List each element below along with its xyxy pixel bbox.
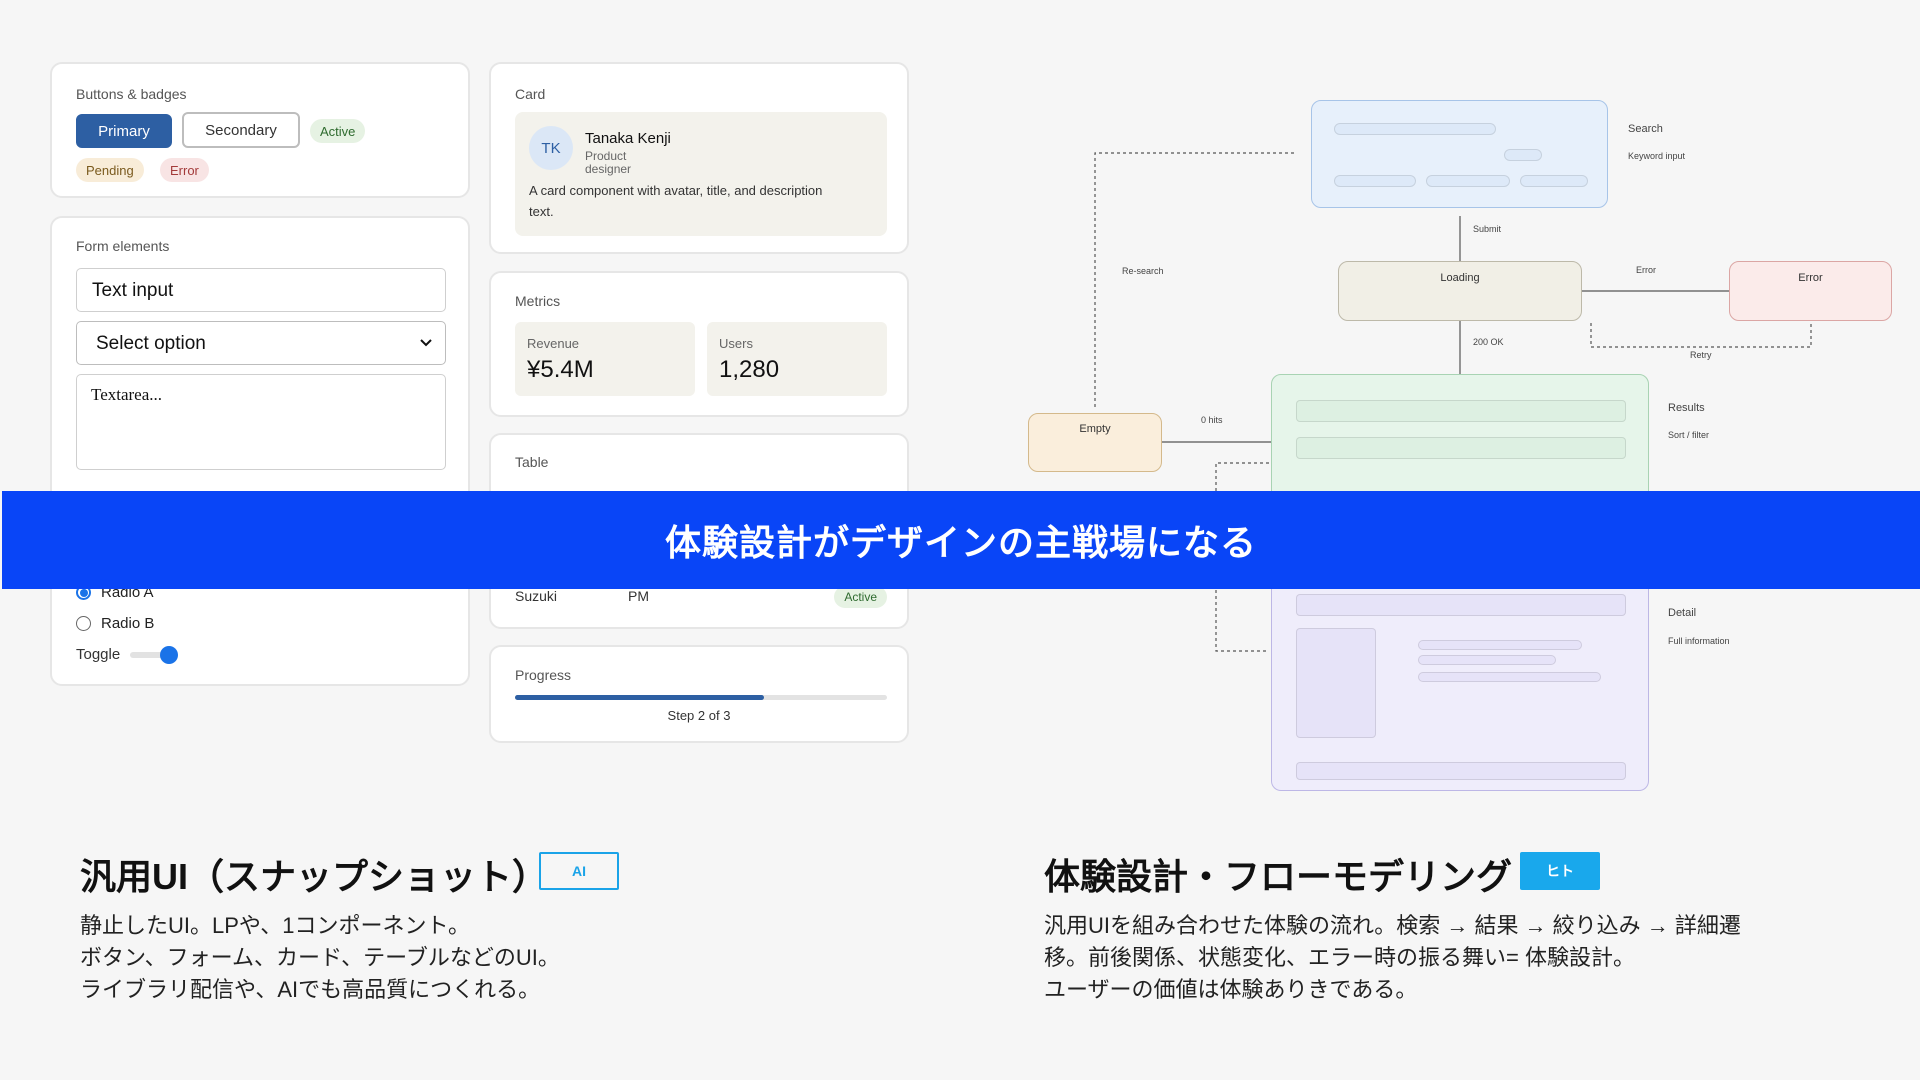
edge-label-research: Re-search xyxy=(1122,266,1164,276)
card-role: Product designer xyxy=(585,149,632,176)
detail-title: Detail xyxy=(1668,607,1697,619)
card-panel: Card TK Tanaka Kenji Product designer A … xyxy=(489,62,909,254)
detail-subtitle: Full information xyxy=(1668,636,1730,646)
error-node: Error xyxy=(1729,261,1892,321)
edge-label-zero-hits: 0 hits xyxy=(1201,415,1223,425)
text-input[interactable]: Text input xyxy=(76,268,446,312)
empty-label: Empty xyxy=(1079,423,1111,435)
avatar-initials: TK xyxy=(541,139,561,157)
active-badge: Active xyxy=(310,119,366,143)
search-subtitle: Keyword input xyxy=(1628,151,1686,161)
profile-card: TK Tanaka Kenji Product designer A card … xyxy=(515,112,887,236)
ai-tag: AI xyxy=(539,852,619,890)
metric-users: Users 1,280 xyxy=(707,322,887,396)
radio-b[interactable]: Radio B xyxy=(76,615,154,632)
progress-fill xyxy=(515,695,765,700)
card-description: A card component with avatar, title, and… xyxy=(529,183,823,219)
pending-badge: Pending xyxy=(76,158,144,182)
select-dropdown[interactable]: Select option xyxy=(76,321,446,365)
right-section-description: 汎用UIを組み合わせた体験の流れ。検索 → 結果 → 絞り込み → 詳細遷 移。… xyxy=(1044,913,1741,1002)
chevron-down-icon xyxy=(419,334,433,356)
metrics-panel: Metrics Revenue ¥5.4M Users 1,280 xyxy=(489,271,909,417)
progress-step-text: Step 2 of 3 xyxy=(667,708,731,723)
table-row[interactable]: Suzuki PM Active xyxy=(515,586,887,610)
empty-node: Empty xyxy=(1028,413,1162,472)
primary-button[interactable]: Primary xyxy=(76,114,172,148)
metric-value: ¥5.4M xyxy=(527,356,594,383)
left-section-description: 静止したUI。LPや、1コンポーネント。 ボタン、フォーム、カード、テーブルなど… xyxy=(80,913,560,1002)
avatar: TK xyxy=(529,126,573,170)
radio-b-label: Radio B xyxy=(101,615,155,632)
edge-label-retry: Retry xyxy=(1690,350,1712,360)
human-tag: ヒト xyxy=(1520,852,1600,890)
right-section-heading: 体験設計・フローモデリング xyxy=(1044,856,1513,897)
metric-label: Revenue xyxy=(527,336,580,351)
toggle-label: Toggle xyxy=(76,646,121,663)
metric-value: 1,280 xyxy=(719,356,780,383)
table-cell-role: PM xyxy=(628,588,649,604)
edge-label-error: Error xyxy=(1636,265,1656,275)
textarea[interactable]: Textarea... xyxy=(76,374,446,470)
progress-panel: Progress Step 2 of 3 xyxy=(489,645,909,743)
panel-title: Table xyxy=(515,454,549,470)
text-input-value: Text input xyxy=(92,280,174,301)
panel-title: Metrics xyxy=(515,293,561,309)
metric-label: Users xyxy=(719,336,753,351)
headline-banner: 体験設計がデザインの主戦場になる xyxy=(2,491,1920,589)
search-title: Search xyxy=(1628,123,1663,135)
card-name: Tanaka Kenji xyxy=(585,130,671,147)
progress-bar xyxy=(515,695,887,700)
form-elements-panel: Form elements Text input Select option T… xyxy=(50,216,470,686)
detail-node xyxy=(1271,574,1649,791)
error-label: Error xyxy=(1798,272,1823,284)
error-badge: Error xyxy=(160,158,209,182)
results-title: Results xyxy=(1668,402,1705,414)
buttons-badges-panel: Buttons & badges Primary Secondary Activ… xyxy=(50,62,470,198)
table-cell-name: Suzuki xyxy=(515,588,558,604)
secondary-button[interactable]: Secondary xyxy=(182,112,300,148)
radio-button[interactable] xyxy=(76,616,91,631)
flow-diagram: Search Keyword input Loading Error Empty… xyxy=(1010,80,1920,791)
edge-label-ok: 200 OK xyxy=(1473,337,1504,347)
metric-revenue: Revenue ¥5.4M xyxy=(515,322,695,396)
select-value: Select option xyxy=(96,333,206,354)
loading-label: Loading xyxy=(1440,272,1480,284)
status-badge: Active xyxy=(834,586,887,608)
toggle-row: Toggle xyxy=(76,645,179,664)
toggle-knob xyxy=(160,645,179,664)
panel-title: Card xyxy=(515,86,546,102)
search-node xyxy=(1311,100,1608,208)
loading-node: Loading xyxy=(1338,261,1582,321)
results-subtitle: Sort / filter xyxy=(1668,430,1710,440)
banner-text: 体験設計がデザインの主戦場になる xyxy=(664,522,1257,563)
textarea-placeholder: Textarea... xyxy=(91,385,163,404)
left-section-heading: 汎用UI（スナップショット） xyxy=(80,856,549,897)
edge-label-submit: Submit xyxy=(1473,224,1502,234)
panel-title: Buttons & badges xyxy=(76,86,187,102)
panel-title: Progress xyxy=(515,667,572,683)
toggle-switch[interactable] xyxy=(130,645,179,664)
panel-title: Form elements xyxy=(76,238,170,254)
